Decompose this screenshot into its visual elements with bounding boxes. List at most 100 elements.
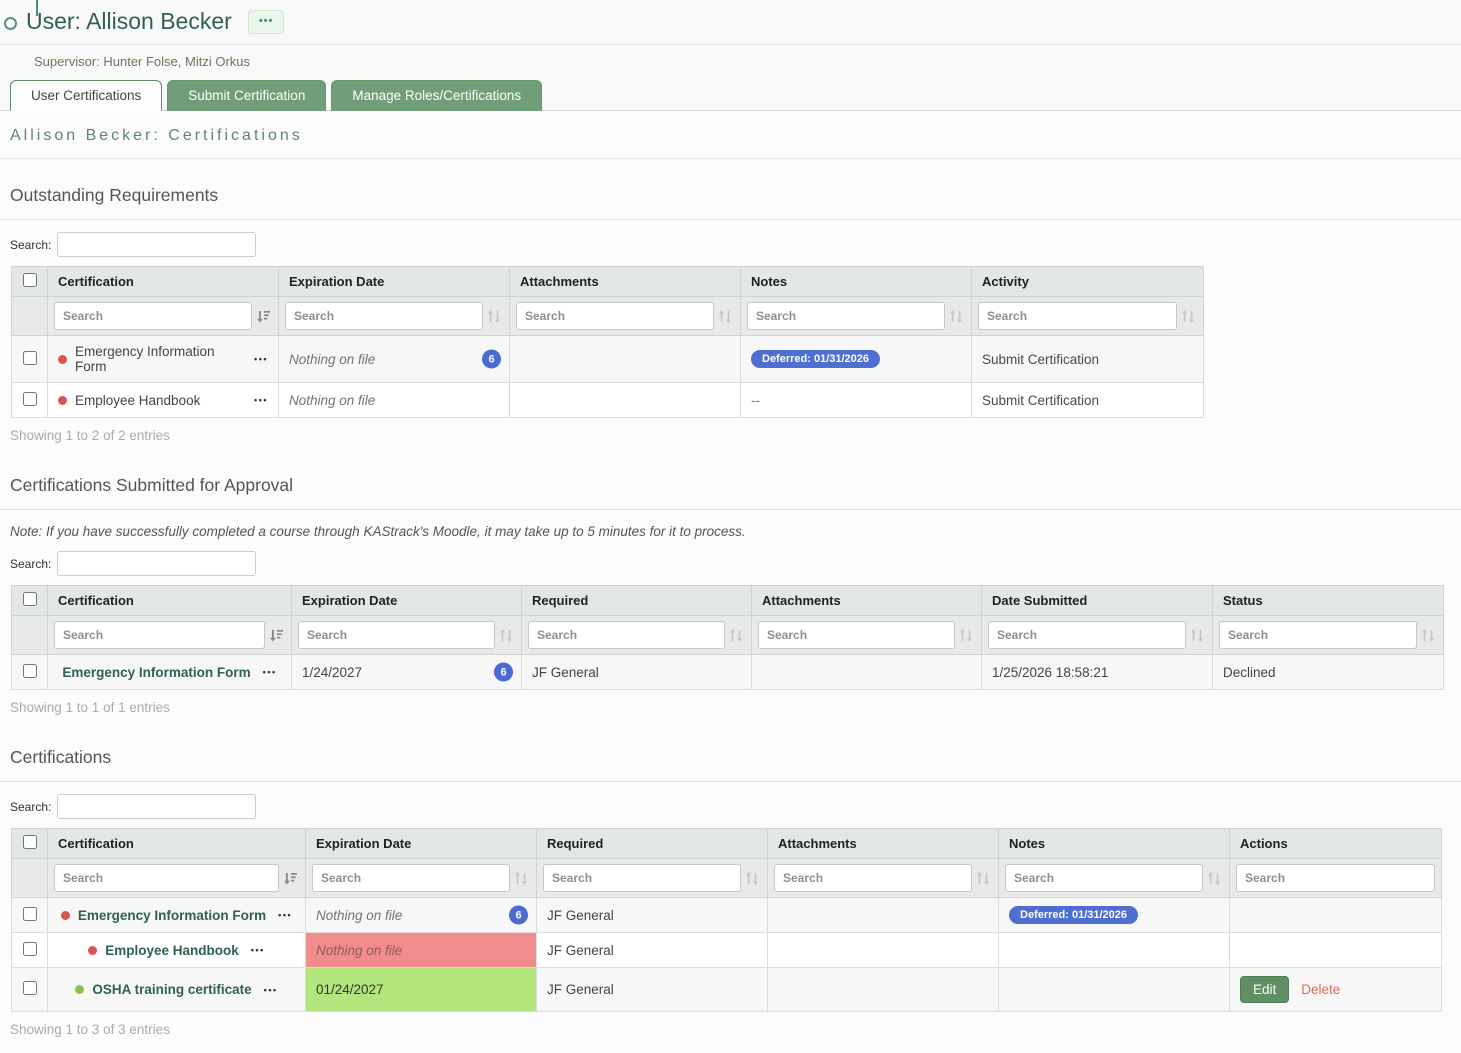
sort-both-icon[interactable]: [1190, 628, 1206, 643]
submitted-certification-search-input[interactable]: [54, 621, 265, 649]
row-select-checkbox[interactable]: [23, 392, 37, 406]
outstanding-col-notes[interactable]: Notes: [741, 267, 972, 297]
outstanding-global-search-input[interactable]: [57, 232, 256, 257]
sort-both-icon[interactable]: [729, 628, 745, 643]
certifications-col-required[interactable]: Required: [537, 829, 768, 859]
certifications-col-notes[interactable]: Notes: [999, 829, 1230, 859]
status-green-dot-icon: [75, 985, 84, 994]
sort-both-icon[interactable]: [959, 628, 975, 643]
certifications-col-attachments[interactable]: Attachments: [768, 829, 999, 859]
row-select-checkbox[interactable]: [23, 351, 37, 365]
sort-both-icon[interactable]: [1207, 871, 1223, 886]
table-row: OSHA training certificate••• 01/24/2027 …: [12, 968, 1442, 1012]
sort-amount-asc-icon[interactable]: [269, 628, 285, 643]
certification-name[interactable]: Emergency Information Form: [62, 665, 250, 680]
sort-both-icon[interactable]: [976, 871, 992, 886]
sort-amount-asc-icon[interactable]: [256, 309, 272, 324]
edit-button[interactable]: Edit: [1240, 976, 1289, 1003]
outstanding-select-all-checkbox[interactable]: [23, 273, 37, 287]
certifications-col-certification[interactable]: Certification: [48, 829, 306, 859]
sort-both-icon[interactable]: [514, 871, 530, 886]
sort-both-icon[interactable]: [745, 871, 761, 886]
outstanding-col-activity[interactable]: Activity: [972, 267, 1204, 297]
submitted-col-certification[interactable]: Certification: [48, 586, 292, 616]
certification-name[interactable]: Employee Handbook: [75, 393, 200, 408]
certifications-col-actions[interactable]: Actions: [1230, 829, 1442, 859]
submitted-col-date-submitted[interactable]: Date Submitted: [982, 586, 1213, 616]
row-menu-icon[interactable]: •••: [263, 667, 277, 677]
submit-certification-link[interactable]: Submit Certification: [982, 352, 1099, 367]
certifications-actions-search-input[interactable]: [1236, 864, 1435, 892]
count-badge[interactable]: 6: [482, 350, 501, 369]
submitted-col-status[interactable]: Status: [1213, 586, 1444, 616]
outstanding-col-attachments[interactable]: Attachments: [510, 267, 741, 297]
actions-cell: [1230, 898, 1442, 933]
certifications-notes-search-input[interactable]: [1005, 864, 1203, 892]
row-select-checkbox[interactable]: [23, 981, 37, 995]
sort-both-icon[interactable]: [499, 628, 515, 643]
expiration-value: Nothing on file: [316, 943, 402, 958]
certification-name[interactable]: Emergency Information Form: [75, 344, 246, 374]
sort-both-icon[interactable]: [1421, 628, 1437, 643]
certifications-certification-search-input[interactable]: [54, 864, 279, 892]
sort-both-icon[interactable]: [718, 309, 734, 324]
outstanding-requirements-table: Certification Expiration Date Attachment…: [11, 266, 1204, 418]
certifications-select-all-checkbox[interactable]: [23, 835, 37, 849]
submitted-attachments-search-input[interactable]: [758, 621, 955, 649]
certifications-attachments-search-input[interactable]: [774, 864, 972, 892]
status-red-dot-icon: [58, 396, 67, 405]
submitted-col-attachments[interactable]: Attachments: [752, 586, 982, 616]
submitted-date-search-input[interactable]: [988, 621, 1186, 649]
sort-both-icon[interactable]: [487, 309, 503, 324]
outstanding-attachments-search-input[interactable]: [516, 302, 714, 330]
user-actions-menu-button[interactable]: •••: [248, 10, 285, 34]
row-menu-icon[interactable]: •••: [251, 945, 265, 955]
table-row: Emergency Information Form ••• Nothing on…: [12, 898, 1442, 933]
table-row: Emergency Information Form••• 1/24/20276…: [12, 655, 1444, 690]
submit-certification-link[interactable]: Submit Certification: [982, 393, 1099, 408]
submitted-expiration-search-input[interactable]: [298, 621, 495, 649]
submitted-entries-info: Showing 1 to 1 of 1 entries: [0, 690, 1461, 721]
outstanding-certification-search-input[interactable]: [54, 302, 252, 330]
certification-name[interactable]: OSHA training certificate: [92, 982, 251, 997]
certifications-expiration-search-input[interactable]: [312, 864, 510, 892]
sort-both-icon[interactable]: [949, 309, 965, 324]
outstanding-col-expiration-date[interactable]: Expiration Date: [279, 267, 510, 297]
row-select-checkbox[interactable]: [23, 942, 37, 956]
sort-amount-asc-icon[interactable]: [283, 871, 299, 886]
tab-manage-roles-certifications[interactable]: Manage Roles/Certifications: [331, 80, 542, 111]
count-badge[interactable]: 6: [509, 906, 528, 925]
certifications-global-search-input[interactable]: [57, 794, 256, 819]
outstanding-activity-search-input[interactable]: [978, 302, 1177, 330]
certification-name[interactable]: Emergency Information Form: [78, 908, 266, 923]
submitted-select-all-checkbox[interactable]: [23, 592, 37, 606]
submitted-col-required[interactable]: Required: [522, 586, 752, 616]
delete-link[interactable]: Delete: [1301, 982, 1340, 997]
row-menu-icon[interactable]: •••: [254, 395, 268, 405]
row-menu-icon[interactable]: •••: [278, 910, 292, 920]
submitted-col-expiration-date[interactable]: Expiration Date: [292, 586, 522, 616]
expiration-value: Nothing on file: [316, 908, 402, 923]
expiration-value: 01/24/2027: [306, 968, 537, 1012]
submitted-status-search-input[interactable]: [1219, 621, 1417, 649]
certifications-required-search-input[interactable]: [543, 864, 741, 892]
outstanding-notes-search-input[interactable]: [747, 302, 945, 330]
status-red-dot-icon: [88, 946, 97, 955]
moodle-note: Note: If you have successfully completed…: [0, 510, 1461, 539]
certification-name[interactable]: Employee Handbook: [105, 943, 239, 958]
timeline-line: [36, 0, 38, 16]
submitted-global-search-input[interactable]: [57, 551, 256, 576]
count-badge[interactable]: 6: [494, 663, 513, 682]
deferred-badge: Deferred: 01/31/2026: [751, 350, 880, 368]
tab-user-certifications[interactable]: User Certifications: [10, 80, 162, 111]
outstanding-col-certification[interactable]: Certification: [48, 267, 279, 297]
row-menu-icon[interactable]: •••: [254, 354, 268, 364]
sort-both-icon[interactable]: [1181, 309, 1197, 324]
row-menu-icon[interactable]: •••: [264, 985, 278, 995]
row-select-checkbox[interactable]: [23, 664, 37, 678]
certifications-col-expiration-date[interactable]: Expiration Date: [306, 829, 537, 859]
submitted-required-search-input[interactable]: [528, 621, 725, 649]
row-select-checkbox[interactable]: [23, 907, 37, 921]
outstanding-expiration-search-input[interactable]: [285, 302, 483, 330]
tab-submit-certification[interactable]: Submit Certification: [167, 80, 326, 111]
